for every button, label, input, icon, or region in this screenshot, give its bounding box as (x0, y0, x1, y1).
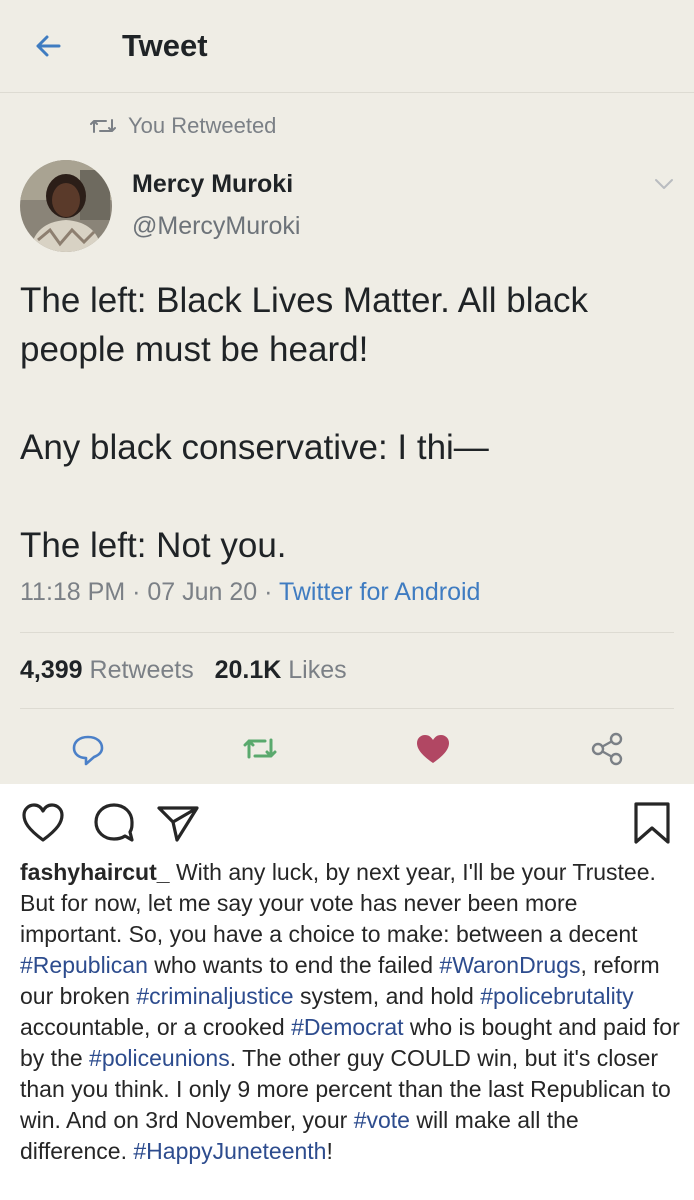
hashtag-link[interactable]: #Republican (20, 952, 148, 978)
tweet-time: 11:18 PM (20, 578, 126, 606)
hashtag-link[interactable]: #WaronDrugs (439, 952, 580, 978)
instagram-caption: fashyhaircut_ With any luck, by next yea… (20, 857, 680, 1167)
heart-icon[interactable] (20, 800, 66, 846)
like-heart-icon[interactable] (414, 730, 452, 768)
author-name[interactable]: Mercy Muroki (132, 170, 293, 199)
hashtag-link[interactable]: #Democrat (291, 1014, 403, 1040)
hashtag-link[interactable]: #policeunions (89, 1045, 230, 1071)
caption-text: who wants to end the failed (147, 952, 440, 978)
caption-text: accountable, or a crooked (20, 1014, 292, 1040)
author-handle[interactable]: @MercyMuroki (132, 212, 300, 241)
avatar-photo (20, 160, 112, 252)
hashtag-link[interactable]: #HappyJuneteenth (133, 1138, 326, 1164)
comment-icon[interactable] (91, 800, 137, 846)
page-title: Tweet (122, 28, 208, 63)
meta-separator: · (125, 578, 148, 606)
avatar[interactable] (20, 160, 112, 252)
meta-separator: · (257, 578, 279, 606)
divider (20, 708, 674, 709)
tweet-stats: 4,399 Retweets 20.1K Likes (20, 656, 347, 685)
tweet-text: The left: Black Lives Matter. All black … (20, 281, 589, 565)
tweet-meta: 11:18 PM · 07 Jun 20 · Twitter for Andro… (20, 578, 480, 607)
retweets-count: 4,399 (20, 656, 83, 684)
retweet-banner: You Retweeted (90, 112, 276, 140)
hashtag-link[interactable]: #vote (354, 1107, 410, 1133)
hashtag-link[interactable]: #criminaljustice (136, 983, 293, 1009)
caption-text: system, and hold (293, 983, 481, 1009)
chevron-down-icon[interactable] (652, 174, 676, 194)
send-icon[interactable] (155, 800, 201, 846)
caption-text: ! (326, 1138, 333, 1164)
share-icon[interactable] (588, 730, 626, 768)
tweet-screenshot: Tweet You Retweeted Mercy Muroki @MercyM… (0, 0, 694, 784)
divider (20, 632, 674, 633)
likes-label: Likes (288, 656, 347, 684)
reply-icon[interactable] (69, 730, 107, 768)
likes-stat[interactable]: 20.1K Likes (215, 656, 347, 684)
tweet-source-link[interactable]: Twitter for Android (279, 578, 480, 606)
retweet-icon (90, 119, 116, 133)
likes-count: 20.1K (214, 656, 282, 684)
hashtag-link[interactable]: #policebrutality (480, 983, 633, 1009)
instagram-username[interactable]: fashyhaircut_ (20, 859, 170, 885)
retweet-icon[interactable] (241, 730, 279, 768)
tweet-date: 07 Jun 20 (147, 578, 258, 606)
retweets-stat[interactable]: 4,399 Retweets (20, 656, 194, 684)
arrow-left-icon[interactable] (30, 28, 66, 64)
tweet-header: Tweet (0, 0, 694, 93)
retweets-label: Retweets (89, 656, 194, 684)
bookmark-icon[interactable] (630, 800, 674, 846)
retweet-banner-text: You Retweeted (128, 113, 277, 138)
